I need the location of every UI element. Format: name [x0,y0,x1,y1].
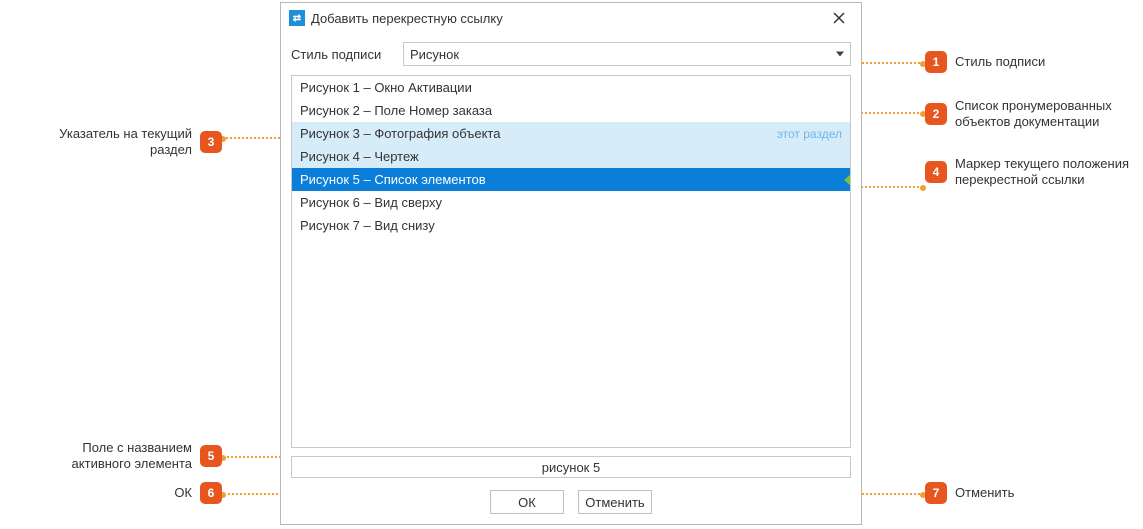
list-item[interactable]: Рисунок 4 – Чертеж [292,145,850,168]
callout-3: 3 Указатель на текущий раздел [22,126,222,159]
list-item[interactable]: Рисунок 6 – Вид сверху [292,191,850,214]
callout-1: 1 Стиль подписи [925,51,1045,73]
list-item[interactable]: Рисунок 7 – Вид снизу [292,214,850,237]
callout-5: 5 Поле с названием активного элемента [22,440,222,473]
callout-badge: 3 [200,131,222,153]
callout-text: Указатель на текущий раздел [22,126,192,159]
list-item-label: Рисунок 6 – Вид сверху [300,195,442,210]
cancel-button[interactable]: Отменить [578,490,652,514]
caption-style-select[interactable]: Рисунок [403,42,851,66]
callout-text: Маркер текущего положения перекрестной с… [955,156,1143,189]
ok-button[interactable]: ОК [490,490,564,514]
object-listbox[interactable]: Рисунок 1 – Окно Активации Рисунок 2 – П… [291,75,851,448]
callout-7: 7 Отменить [925,482,1014,504]
callout-badge: 5 [200,445,222,467]
callout-text: Отменить [955,485,1014,501]
callout-4: 4 Маркер текущего положения перекрестной… [925,156,1143,189]
close-button[interactable] [825,7,853,29]
list-item-label: Рисунок 4 – Чертеж [300,149,419,164]
cancel-label: Отменить [585,495,644,510]
position-marker-icon [844,174,851,186]
callout-6: 6 ОК [22,482,222,504]
list-item-label: Рисунок 1 – Окно Активации [300,80,472,95]
close-icon [833,12,845,24]
callout-badge: 4 [925,161,947,183]
dialog-title: Добавить перекрестную ссылку [311,11,819,26]
callout-badge: 1 [925,51,947,73]
callout-text: ОК [174,485,192,501]
list-item[interactable]: Рисунок 1 – Окно Активации [292,76,850,99]
active-element-value: рисунок 5 [542,460,600,475]
list-item-label: Рисунок 3 – Фотография объекта [300,126,500,141]
list-item-selected[interactable]: Рисунок 5 – Список элементов [292,168,850,191]
active-element-field[interactable]: рисунок 5 [291,456,851,478]
cross-reference-dialog: ⇄ Добавить перекрестную ссылку Стиль под… [280,2,862,525]
list-item-label: Рисунок 2 – Поле Номер заказа [300,103,492,118]
caption-style-value: Рисунок [410,47,459,62]
callout-badge: 6 [200,482,222,504]
callout-text: Поле с названием активного элемента [22,440,192,473]
button-row: ОК Отменить [291,486,851,514]
callout-2: 2 Список пронумерованных объектов докуме… [925,98,1143,131]
callout-badge: 2 [925,103,947,125]
caption-style-label: Стиль подписи [291,47,391,62]
callout-badge: 7 [925,482,947,504]
callout-text: Стиль подписи [955,54,1045,70]
list-item-current-section[interactable]: Рисунок 3 – Фотография объекта этот разд… [292,122,850,145]
list-item-label: Рисунок 5 – Список элементов [300,172,486,187]
section-tag: этот раздел [777,127,842,141]
ok-label: ОК [518,495,536,510]
list-item-label: Рисунок 7 – Вид снизу [300,218,435,233]
chevron-down-icon [836,52,844,57]
titlebar: ⇄ Добавить перекрестную ссылку [281,3,861,33]
list-item[interactable]: Рисунок 2 – Поле Номер заказа [292,99,850,122]
caption-style-row: Стиль подписи Рисунок [291,41,851,67]
app-icon: ⇄ [289,10,305,26]
callout-text: Список пронумерованных объектов документ… [955,98,1143,131]
